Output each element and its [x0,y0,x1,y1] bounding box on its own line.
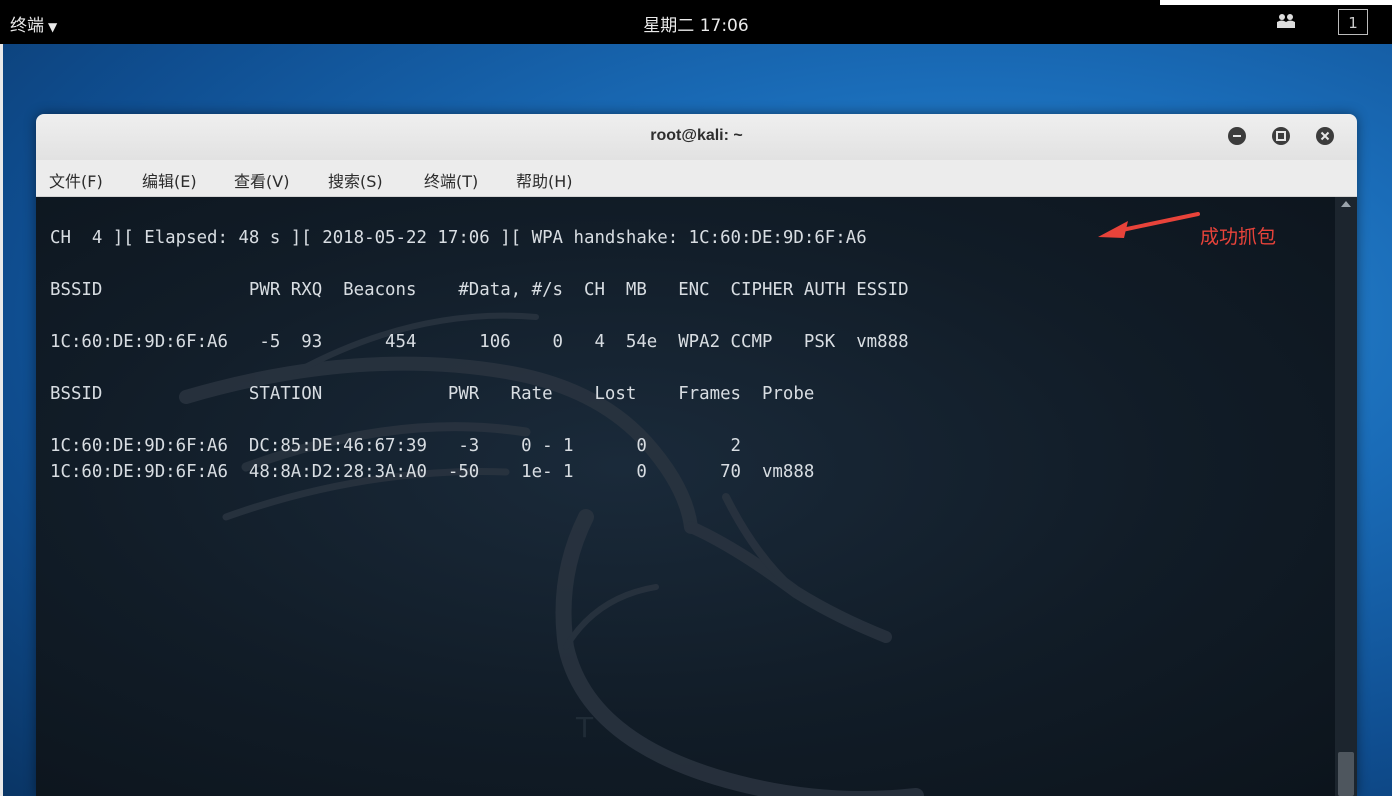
menu-edit[interactable]: 编辑(E) [142,168,197,192]
clock[interactable]: 星期二 17:06 [0,11,1392,36]
ap-table-row: 1C:60:DE:9D:6F:A6 -5 93 454 106 0 4 54e … [50,332,909,352]
station-table-row: 1C:60:DE:9D:6F:A6 DC:85:DE:46:67:39 -3 0… [50,436,742,456]
terminal-output[interactable]: T CH 4 ][ Elapsed: 48 s ][ 2018-05-22 17… [36,197,1335,796]
top-panel: 终端 ▼ 星期二 17:06 1 [0,0,1392,44]
airodump-status-line: CH 4 ][ Elapsed: 48 s ][ 2018-05-22 17:0… [50,228,867,248]
workspace-indicator[interactable]: 1 [1338,9,1368,35]
menu-search[interactable]: 搜索(S) [328,168,383,192]
station-table-row: 1C:60:DE:9D:6F:A6 48:8A:D2:28:3A:A0 -50 … [50,462,815,482]
top-panel-notch [1160,0,1392,5]
window-titlebar[interactable]: root@kali: ~ [36,114,1357,161]
desktop-edge [0,44,3,796]
scroll-up-arrow-icon[interactable] [1341,201,1351,207]
window-title: root@kali: ~ [650,127,743,144]
menu-bar: 文件(F) 编辑(E) 查看(V) 搜索(S) 终端(T) 帮助(H) [36,160,1357,197]
close-button[interactable] [1316,127,1334,145]
svg-text:T: T [575,711,594,744]
minimize-button[interactable] [1228,127,1246,145]
menu-view[interactable]: 查看(V) [234,168,289,192]
menu-file[interactable]: 文件(F) [49,168,103,192]
annotation-arrow-icon [1098,212,1200,238]
system-status-icon[interactable] [1276,12,1296,35]
menu-terminal[interactable]: 终端(T) [424,168,478,192]
annotation-label: 成功抓包 [1200,226,1277,248]
station-table-header: BSSID STATION PWR Rate Lost Frames Probe [50,384,815,404]
menu-help[interactable]: 帮助(H) [516,168,573,192]
terminal-scrollbar[interactable] [1335,197,1357,796]
ap-table-header: BSSID PWR RXQ Beacons #Data, #/s CH MB E… [50,280,909,300]
maximize-button[interactable] [1272,127,1290,145]
scrollbar-thumb[interactable] [1338,752,1354,796]
